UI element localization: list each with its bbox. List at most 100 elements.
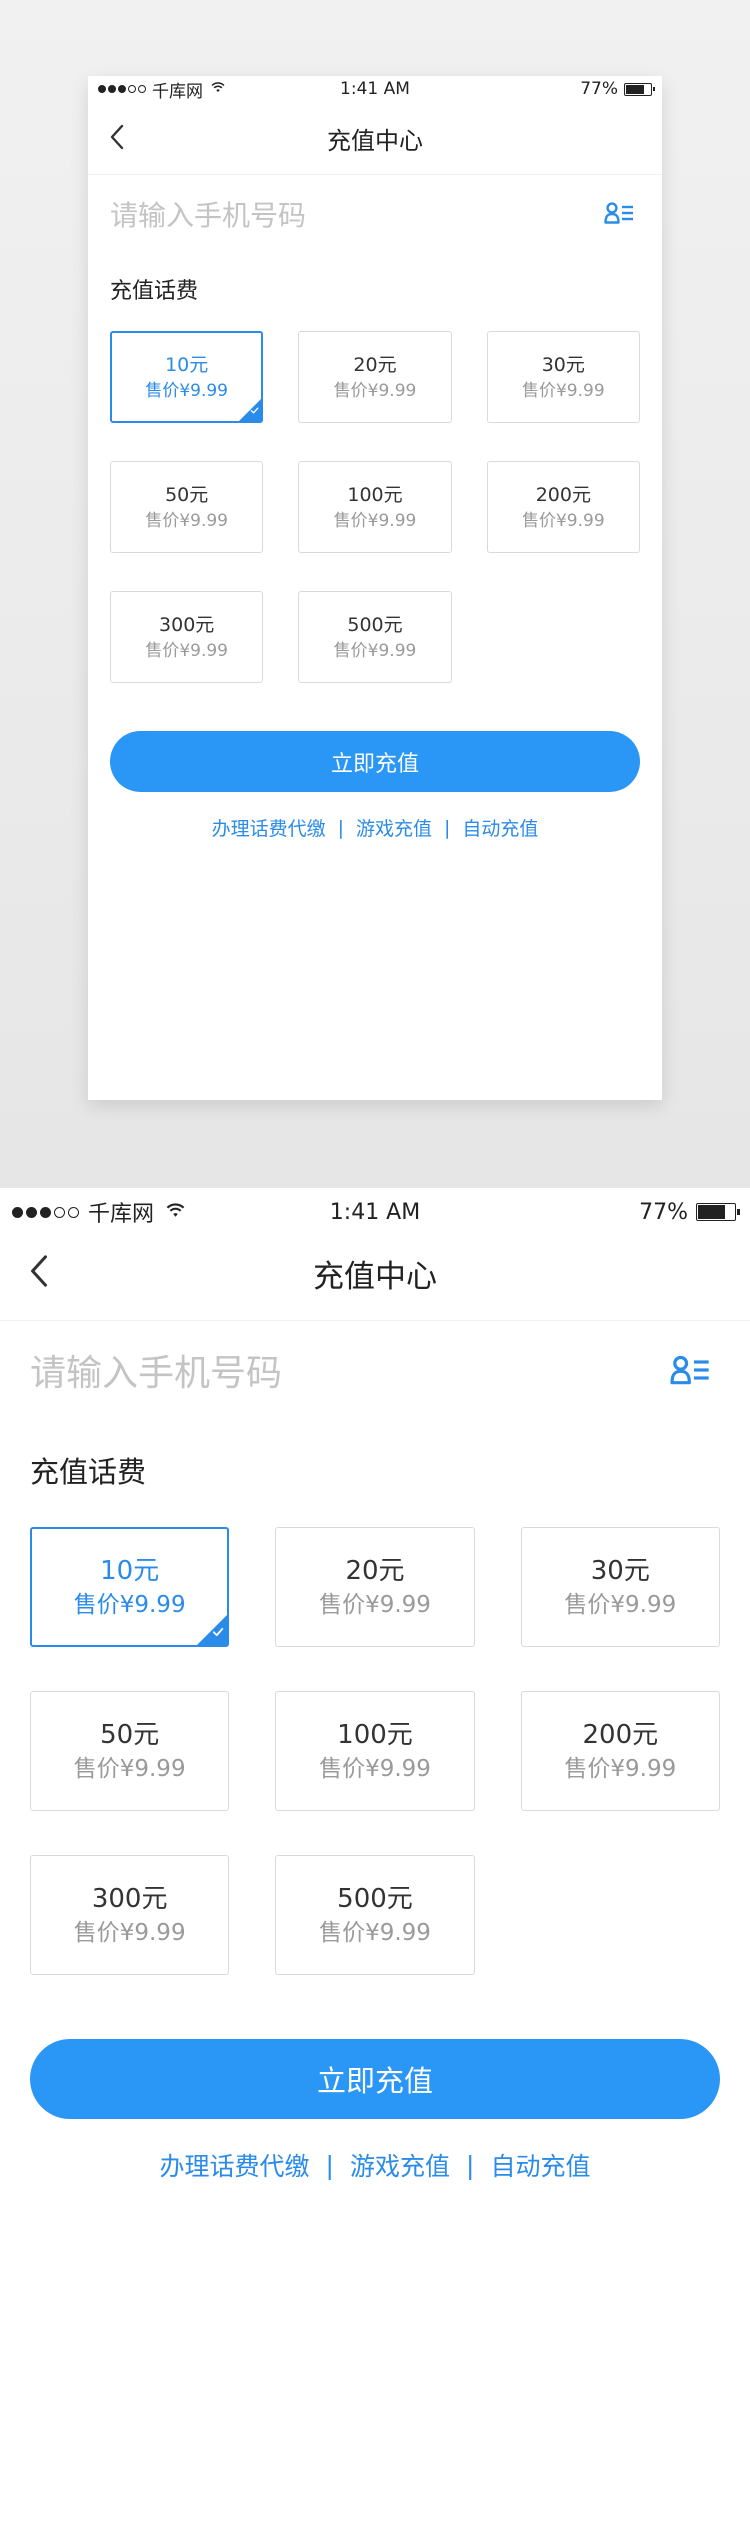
- recharge-option-card[interactable]: 10元 售价¥9.99: [110, 331, 264, 423]
- battery-icon: [624, 82, 655, 96]
- back-button[interactable]: [110, 124, 124, 154]
- recharge-option-card[interactable]: 100元售价¥9.99: [275, 1691, 475, 1811]
- status-time: 1:41 AM: [340, 79, 410, 99]
- status-bar: 千库网 1:41 AM 77%: [0, 1198, 750, 1227]
- option-amount: 30元: [590, 1556, 650, 1586]
- page-title: 充值中心: [327, 126, 423, 155]
- signal-dot: [108, 85, 116, 93]
- phone-preview-full: 千库网 1:41 AM 77% 充值中心 请输入手机号码 充值话费 10元 售价…: [0, 1188, 750, 2521]
- option-amount: 10元: [100, 1556, 160, 1586]
- back-button[interactable]: [30, 1254, 48, 1292]
- link-bill-payment[interactable]: 办理话费代缴: [160, 2147, 310, 2183]
- recharge-option-card[interactable]: 300元 售价¥9.99: [110, 591, 264, 683]
- recharge-option-card[interactable]: 500元售价¥9.99: [298, 591, 452, 683]
- link-separator: |: [325, 2150, 334, 2180]
- service-links: 办理话费代缴 | 游戏充值 | 自动充值: [0, 2147, 750, 2183]
- recharge-option-card[interactable]: 30元售价¥9.99: [486, 331, 640, 423]
- wifi-icon: [166, 1201, 185, 1223]
- recharge-options-grid: 10元 售价¥9.99 20元 售价¥9.99 30元 售价¥9.99 50元 售价¥9.99…: [30, 1527, 720, 1975]
- check-icon: [212, 1623, 224, 1642]
- battery-status: 77%: [639, 1199, 740, 1225]
- option-amount: 50元: [165, 484, 209, 506]
- option-amount: 300元: [159, 614, 215, 636]
- link-auto-recharge[interactable]: 自动充值: [490, 2147, 590, 2183]
- chevron-left-icon: [110, 124, 124, 154]
- battery-level: [626, 84, 644, 94]
- link-game-recharge[interactable]: 游戏充值: [356, 814, 432, 841]
- carrier-name: 千库网: [152, 81, 203, 102]
- recharge-option-card[interactable]: 50元 售价¥9.99: [110, 461, 264, 553]
- option-price: 售价¥9.99: [333, 641, 417, 661]
- phone-number-input[interactable]: [110, 198, 530, 232]
- phone-input-row: [0, 1320, 750, 1425]
- option-amount: 30元: [541, 354, 585, 376]
- battery-icon: [696, 1203, 740, 1221]
- recharge-option-card[interactable]: 500元售价¥9.99: [275, 1855, 475, 1975]
- option-amount: 300元: [91, 1884, 168, 1914]
- option-amount: 500元: [347, 614, 403, 636]
- option-amount: 20元: [345, 1556, 405, 1586]
- signal-carrier: 千库网: [98, 77, 225, 102]
- preview-background: 千库网 1:41 AM 77% 充值中心 请输入手机号码 充值话费 10元 售价…: [0, 0, 750, 1188]
- option-amount: 500元: [337, 1884, 413, 1914]
- battery-tip: [653, 86, 655, 92]
- option-price: 售价¥9.99: [564, 1592, 677, 1618]
- battery-status: 77%: [580, 79, 655, 99]
- recharge-option-card[interactable]: 100元 售价¥9.99: [298, 461, 452, 553]
- contacts-icon: [604, 202, 634, 228]
- signal-dot: [138, 85, 146, 93]
- option-price: 售价¥9.99: [73, 1920, 186, 1946]
- recharge-option-card[interactable]: 20元售价¥9.99: [275, 1527, 475, 1647]
- option-price: 售价¥9.99: [333, 511, 417, 531]
- screen-full: 千库网 1:41 AM 77% 充值中心 请输入手机号码 充值话费 10元 售价…: [0, 1198, 750, 2521]
- link-game-recharge[interactable]: 游戏充值: [350, 2147, 450, 2183]
- contacts-icon: [670, 1355, 710, 1389]
- signal-dot: [26, 1206, 37, 1218]
- signal-dot: [128, 85, 136, 93]
- recharge-submit-button[interactable]: 立即充值: [30, 2039, 720, 2119]
- status-time: 1:41 AM: [329, 1199, 421, 1225]
- option-amount: 100元: [337, 1720, 413, 1750]
- recharge-option-card[interactable]: 20元售价¥9.99: [298, 331, 452, 423]
- option-price: 售价¥9.99: [319, 1592, 431, 1618]
- recharge-option-card[interactable]: 200元售价¥9.99: [520, 1691, 720, 1811]
- signal-dot: [40, 1206, 51, 1218]
- link-bill-payment[interactable]: 办理话费代缴: [212, 814, 326, 841]
- option-price: 售价¥9.99: [521, 511, 605, 531]
- option-price: 售价¥9.99: [521, 381, 605, 401]
- chevron-left-icon: [30, 1255, 48, 1292]
- option-price: 售价¥9.99: [319, 1920, 431, 1946]
- link-separator: |: [444, 816, 451, 839]
- section-title: 充值话费: [30, 1455, 147, 1489]
- signal-dot: [118, 85, 126, 93]
- status-bar: 千库网 1:41 AM 77%: [88, 76, 662, 102]
- battery-level: [698, 1205, 725, 1219]
- signal-dot: [54, 1206, 65, 1218]
- phone-number-input[interactable]: [30, 1352, 590, 1394]
- recharge-options-grid: 10元 售价¥9.99 20元 售价¥9.99 30元 售价¥9.99 50元 售价¥9.99…: [110, 331, 640, 683]
- battery-tip: [737, 1208, 740, 1216]
- battery-percent: 77%: [639, 1199, 688, 1225]
- recharge-option-card[interactable]: 10元售价¥9.99: [30, 1527, 230, 1647]
- option-price: 售价¥9.99: [333, 381, 417, 401]
- phone-preview-mini: 千库网 1:41 AM 77% 充值中心 请输入手机号码 充值话费 10元 售价…: [88, 76, 662, 1100]
- section-title: 充值话费: [110, 279, 199, 304]
- recharge-option-card[interactable]: 50元 售价¥9.99: [30, 1691, 230, 1811]
- carrier-name: 千库网: [88, 1202, 155, 1227]
- option-price: 售价¥9.99: [73, 1592, 186, 1618]
- option-price: 售价¥9.99: [564, 1756, 677, 1782]
- recharge-option-card[interactable]: 30元售价¥9.99: [520, 1527, 720, 1647]
- recharge-option-card[interactable]: 300元售价¥9.99: [30, 1855, 230, 1975]
- link-auto-recharge[interactable]: 自动充值: [462, 814, 538, 841]
- contacts-button[interactable]: [670, 1355, 710, 1389]
- wifi-icon: [211, 81, 225, 97]
- recharge-submit-button[interactable]: 立即充值: [110, 731, 640, 792]
- option-amount: 200元: [582, 1720, 659, 1750]
- option-amount: 200元: [535, 484, 591, 506]
- link-separator: |: [466, 2150, 475, 2180]
- contacts-button[interactable]: [604, 202, 634, 228]
- option-amount: 20元: [353, 354, 397, 376]
- option-price: 售价¥9.99: [319, 1756, 431, 1782]
- page-title: 充值中心: [313, 1258, 437, 1295]
- recharge-option-card[interactable]: 200元售价¥9.99: [486, 461, 640, 553]
